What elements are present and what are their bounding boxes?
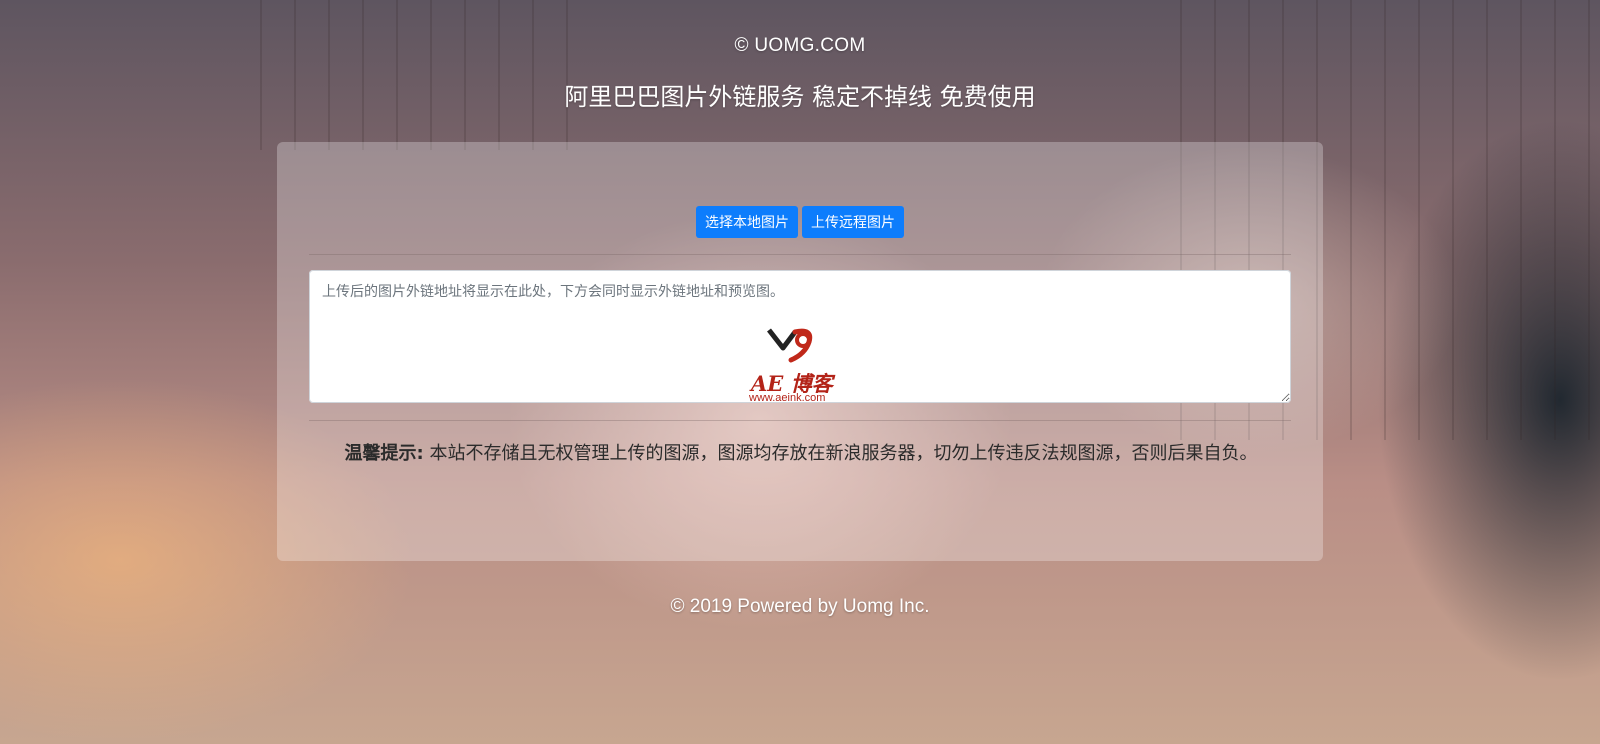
notice-text: 本站不存储且无权管理上传的图源，图源均存放在新浪服务器，切勿上传违反法规图源，否… xyxy=(423,443,1258,464)
upload-panel: 选择本地图片 上传远程图片 AE 博客 www.aeink.com 温馨提示: … xyxy=(277,142,1323,561)
select-local-image-button[interactable]: 选择本地图片 xyxy=(696,206,798,238)
divider-top xyxy=(309,254,1291,255)
page-title: 阿里巴巴图片外链服务 稳定不掉线 免费使用 xyxy=(564,83,1036,111)
site-copyright: © UOMG.COM xyxy=(734,35,866,56)
result-link-textarea[interactable] xyxy=(309,270,1291,403)
divider-bottom xyxy=(309,420,1291,421)
footer-copyright: © 2019 Powered by Uomg Inc. xyxy=(670,596,930,617)
notice: 温馨提示: 本站不存储且无权管理上传的图源，图源均存放在新浪服务器，切勿上传违反… xyxy=(311,440,1291,468)
upload-button-group: 选择本地图片 上传远程图片 xyxy=(277,206,1323,238)
background-shoji-pattern-left xyxy=(260,0,600,150)
result-textarea-container: AE 博客 www.aeink.com xyxy=(309,270,1291,404)
notice-label: 温馨提示: xyxy=(344,443,424,464)
upload-remote-image-button[interactable]: 上传远程图片 xyxy=(802,206,904,238)
